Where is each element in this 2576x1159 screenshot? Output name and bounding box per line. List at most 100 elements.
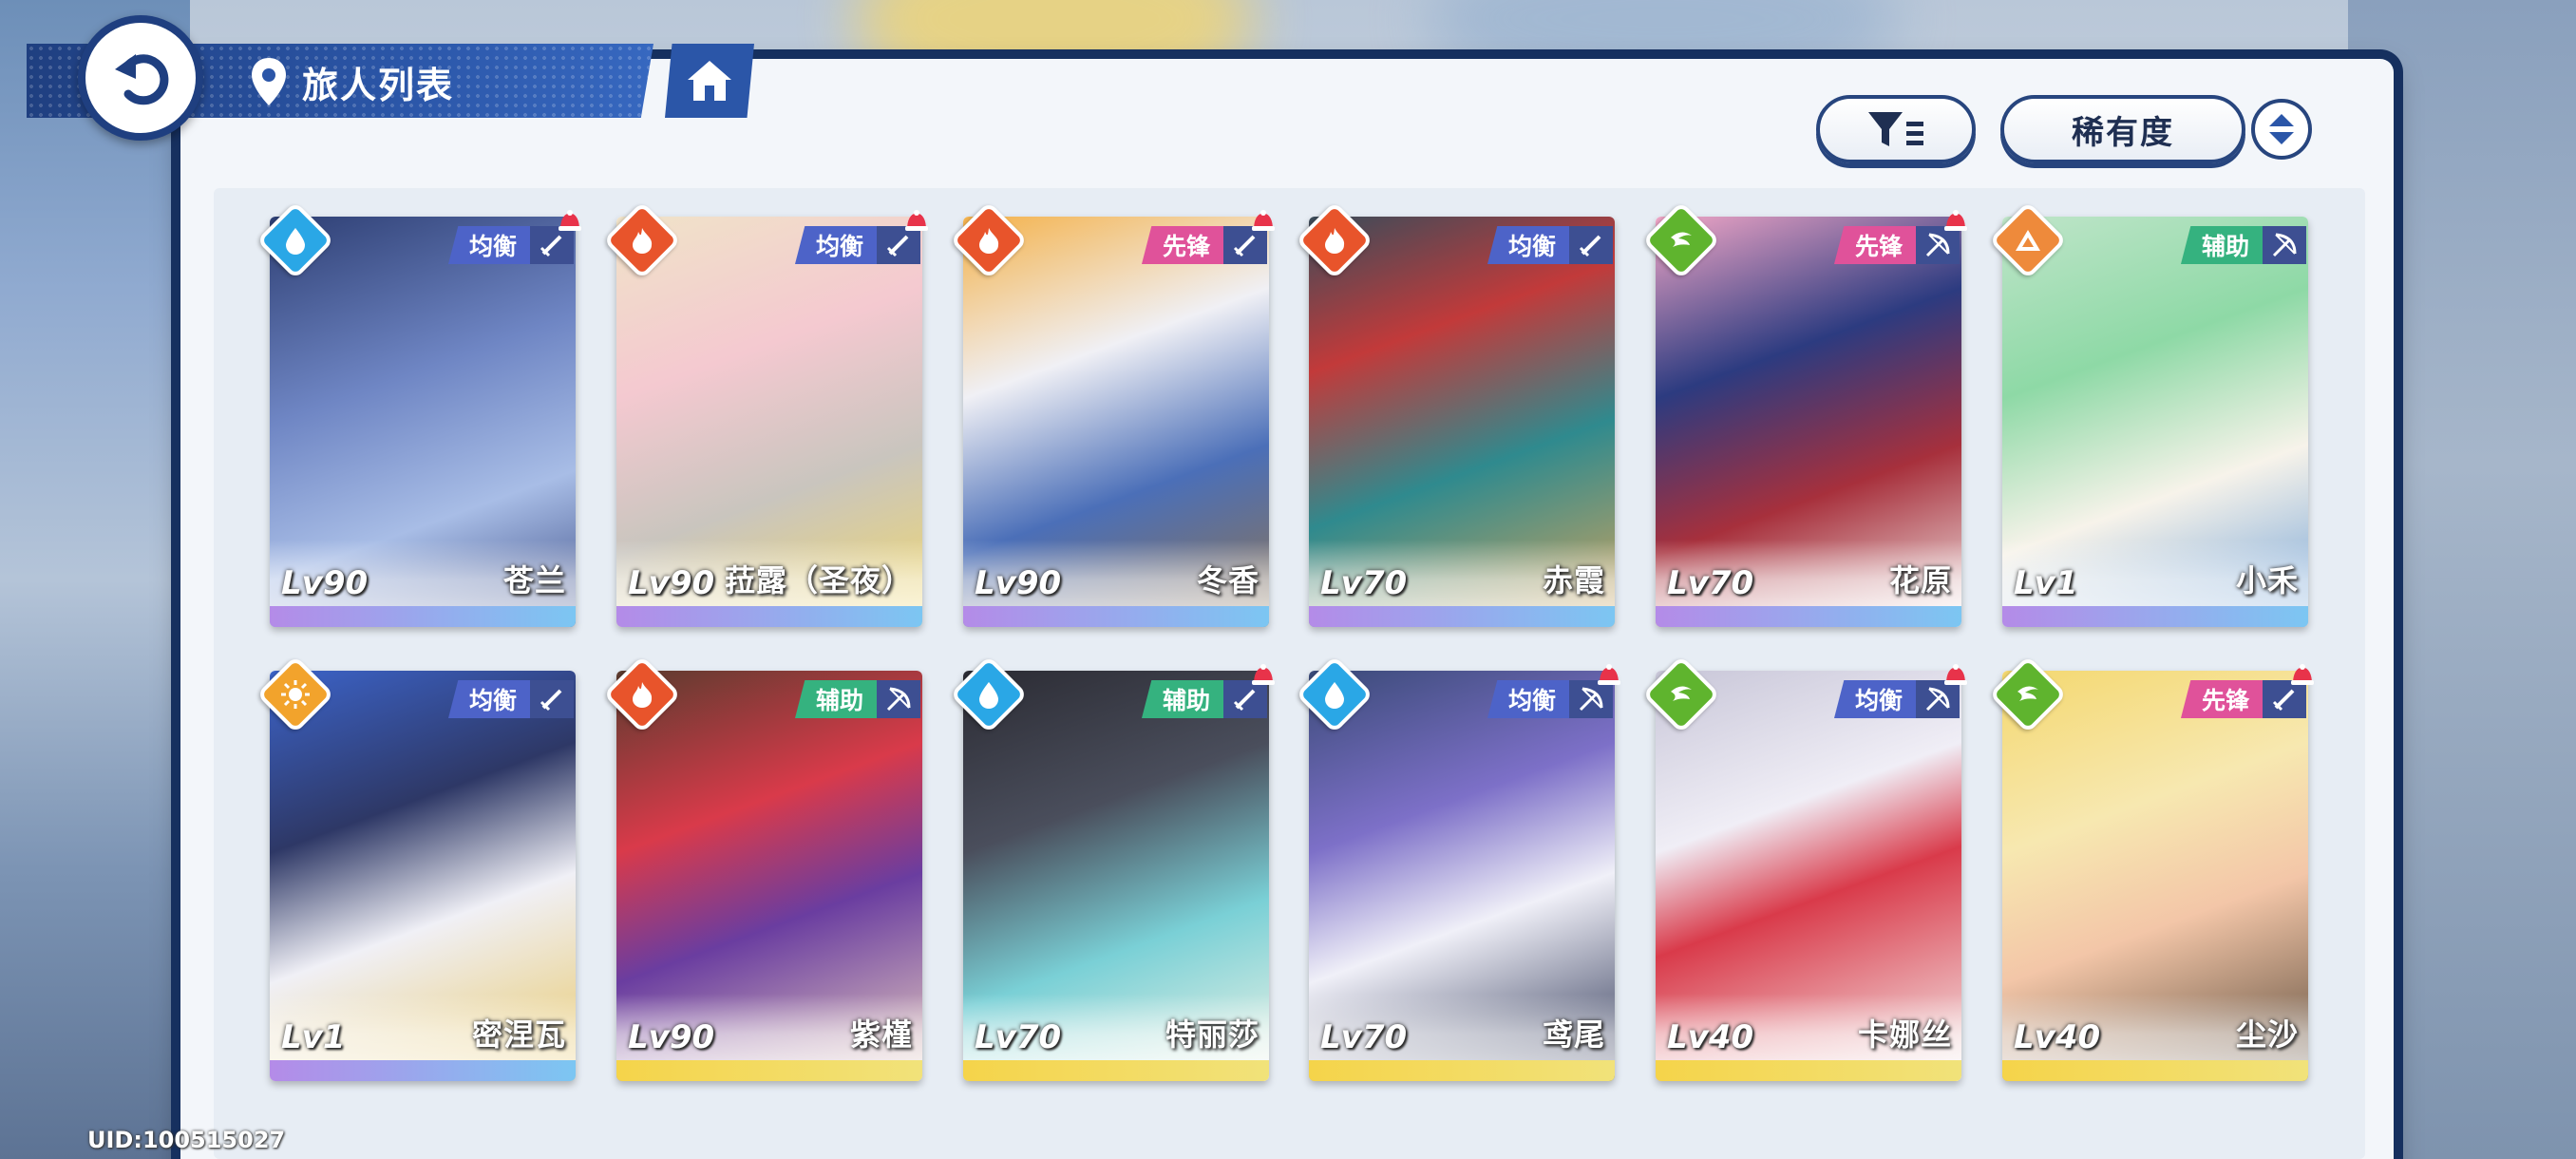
character-card[interactable]: Lv90 苍兰 均衡: [270, 217, 576, 627]
rarity-strip: [616, 606, 922, 627]
filter-button[interactable]: [1816, 95, 1976, 163]
rarity-strip: [2002, 1060, 2308, 1081]
character-card[interactable]: Lv70 赤霞 均衡: [1309, 217, 1615, 627]
sort-label: 稀有度: [2072, 113, 2174, 152]
role-label: 先锋: [1141, 226, 1223, 264]
character-name: 苍兰: [502, 562, 566, 598]
character-name: 卡娜丝: [1857, 1016, 1952, 1053]
character-name: 小禾: [2235, 562, 2299, 598]
role-tag: 先锋: [2180, 680, 2306, 718]
gift-alert-icon: [557, 209, 583, 232]
character-level: Lv40: [1667, 1018, 1754, 1056]
rarity-strip: [1309, 606, 1615, 627]
character-card[interactable]: Lv90 冬香 先锋: [963, 217, 1269, 627]
background-left: [0, 0, 190, 1159]
character-name: 赤霞: [1542, 562, 1605, 598]
gift-alert-icon: [1942, 663, 1969, 686]
role-tag: 均衡: [1487, 680, 1613, 718]
role-tag: 均衡: [447, 226, 574, 264]
character-card[interactable]: Lv90 紫槿 辅助: [616, 671, 922, 1081]
character-card[interactable]: Lv1 小禾 辅助: [2002, 217, 2308, 627]
role-tag: 先锋: [1833, 226, 1960, 264]
rarity-strip: [616, 1060, 922, 1081]
gift-alert-icon: [2289, 663, 2316, 686]
character-name: 冬香: [1196, 562, 1260, 598]
role-label: 辅助: [2180, 226, 2263, 264]
character-card[interactable]: Lv70 鸢尾 均衡: [1309, 671, 1615, 1081]
rarity-strip: [963, 1060, 1269, 1081]
role-tag: 辅助: [2180, 226, 2306, 264]
home-button[interactable]: [665, 44, 754, 118]
role-tag: 先锋: [1141, 226, 1267, 264]
role-label: 均衡: [1487, 226, 1569, 264]
rarity-strip: [270, 606, 576, 627]
character-card[interactable]: Lv70 特丽莎 辅助: [963, 671, 1269, 1081]
role-label: 均衡: [1833, 680, 1916, 718]
character-name: 紫槿: [849, 1016, 913, 1053]
rarity-strip: [1656, 606, 1961, 627]
role-tag: 均衡: [1833, 680, 1960, 718]
role-label: 辅助: [1141, 680, 1223, 718]
character-level: Lv70: [1667, 564, 1754, 602]
character-name: 菈露（圣夜）: [724, 562, 913, 598]
role-tag: 辅助: [1141, 680, 1267, 718]
character-name: 鸢尾: [1542, 1016, 1605, 1053]
character-name: 花原: [1888, 562, 1952, 598]
role-tag: 辅助: [794, 680, 920, 718]
character-level: Lv70: [1320, 564, 1408, 602]
role-label: 辅助: [794, 680, 877, 718]
role-tag: 均衡: [794, 226, 920, 264]
character-level: Lv1: [281, 1018, 346, 1056]
role-label: 均衡: [447, 226, 530, 264]
location-pin-icon: [252, 58, 286, 105]
home-icon: [688, 61, 731, 101]
character-level: Lv70: [1320, 1018, 1408, 1056]
sword-icon: [530, 680, 574, 718]
gift-alert-icon: [903, 209, 930, 232]
rarity-strip: [270, 1060, 576, 1081]
sort-order-toggle[interactable]: [2251, 99, 2312, 160]
rarity-strip: [963, 606, 1269, 627]
character-name: 密涅瓦: [471, 1016, 566, 1053]
role-label: 先锋: [2180, 680, 2263, 718]
gift-alert-icon: [1942, 209, 1969, 232]
rarity-strip: [2002, 606, 2308, 627]
sort-rarity-button[interactable]: 稀有度: [2000, 95, 2245, 163]
character-level: Lv70: [975, 1018, 1062, 1056]
role-tag: 均衡: [447, 680, 574, 718]
screen: 旅人列表 稀有度 Lv90 苍兰 均衡 Lv90 菈露（圣夜） 均衡 Lv90 冬香 先锋 Lv7…: [0, 0, 2576, 1159]
character-level: Lv1: [2014, 564, 2078, 602]
character-level: Lv90: [975, 564, 1062, 602]
character-level: Lv90: [628, 1018, 715, 1056]
role-label: 均衡: [1487, 680, 1569, 718]
character-level: Lv90: [628, 564, 715, 602]
character-card[interactable]: Lv70 花原 先锋: [1656, 217, 1961, 627]
user-id: UID:100515027: [87, 1127, 286, 1153]
character-level: Lv90: [281, 564, 369, 602]
gift-alert-icon: [1596, 663, 1622, 686]
back-button[interactable]: [78, 15, 203, 141]
back-arrow-icon: [115, 54, 169, 105]
character-card[interactable]: Lv40 尘沙 先锋: [2002, 671, 2308, 1081]
role-label: 均衡: [447, 680, 530, 718]
gift-alert-icon: [1250, 663, 1277, 686]
bow-icon: [2263, 226, 2306, 264]
rarity-strip: [1656, 1060, 1961, 1081]
gift-alert-icon: [1250, 209, 1277, 232]
page-title: 旅人列表: [302, 64, 455, 106]
page-title-group: 旅人列表: [249, 53, 454, 110]
filter-icon: [1868, 112, 1923, 146]
rarity-strip: [1309, 1060, 1615, 1081]
role-label: 均衡: [794, 226, 877, 264]
role-label: 先锋: [1833, 226, 1916, 264]
character-name: 特丽莎: [1165, 1016, 1260, 1053]
character-name: 尘沙: [2235, 1016, 2299, 1053]
character-level: Lv40: [2014, 1018, 2101, 1056]
role-tag: 均衡: [1487, 226, 1613, 264]
character-card[interactable]: Lv90 菈露（圣夜） 均衡: [616, 217, 922, 627]
sort-order-icon: [2269, 114, 2294, 144]
bow-icon: [877, 680, 920, 718]
character-card[interactable]: Lv40 卡娜丝 均衡: [1656, 671, 1961, 1081]
sword-icon: [1569, 226, 1613, 264]
character-card[interactable]: Lv1 密涅瓦 均衡: [270, 671, 576, 1081]
